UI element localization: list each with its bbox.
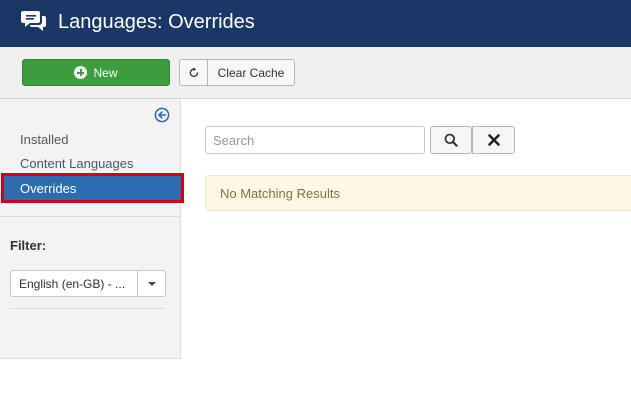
no-results-alert: No Matching Results: [205, 175, 631, 211]
page-title: Languages: Overrides: [58, 11, 255, 33]
app-header: Languages: Overrides: [0, 0, 631, 47]
new-button-label: New: [93, 65, 118, 80]
clear-cache-button[interactable]: Clear Cache: [179, 59, 295, 86]
search-icon: [444, 133, 458, 147]
chevron-down-icon[interactable]: [137, 271, 165, 296]
no-results-message: No Matching Results: [220, 186, 340, 201]
new-button[interactable]: New: [22, 59, 170, 86]
clear-cache-label: Clear Cache: [217, 65, 285, 80]
divider: [10, 308, 165, 309]
language-filter-select[interactable]: English (en-GB) - ...: [10, 270, 166, 297]
arrow-circle-left-icon[interactable]: [154, 107, 170, 123]
search-input[interactable]: [205, 126, 425, 154]
sidebar-item-overrides[interactable]: Overrides: [1, 173, 184, 203]
sidebar-item-content-languages[interactable]: Content Languages: [20, 156, 133, 172]
plus-circle-icon: [74, 66, 88, 79]
sidebar-item-installed[interactable]: Installed: [20, 132, 68, 148]
sidebar-item-label: Overrides: [20, 181, 77, 196]
refresh-icon: [180, 60, 208, 85]
language-filter-value: English (en-GB) - ...: [19, 277, 126, 291]
divider: [0, 216, 181, 217]
filter-label: Filter:: [10, 238, 47, 253]
clear-search-button[interactable]: [472, 126, 515, 154]
search-button[interactable]: [430, 126, 472, 154]
close-icon: [487, 134, 500, 146]
toolbar: New Clear Cache: [0, 47, 631, 99]
comments-icon: [21, 11, 46, 31]
